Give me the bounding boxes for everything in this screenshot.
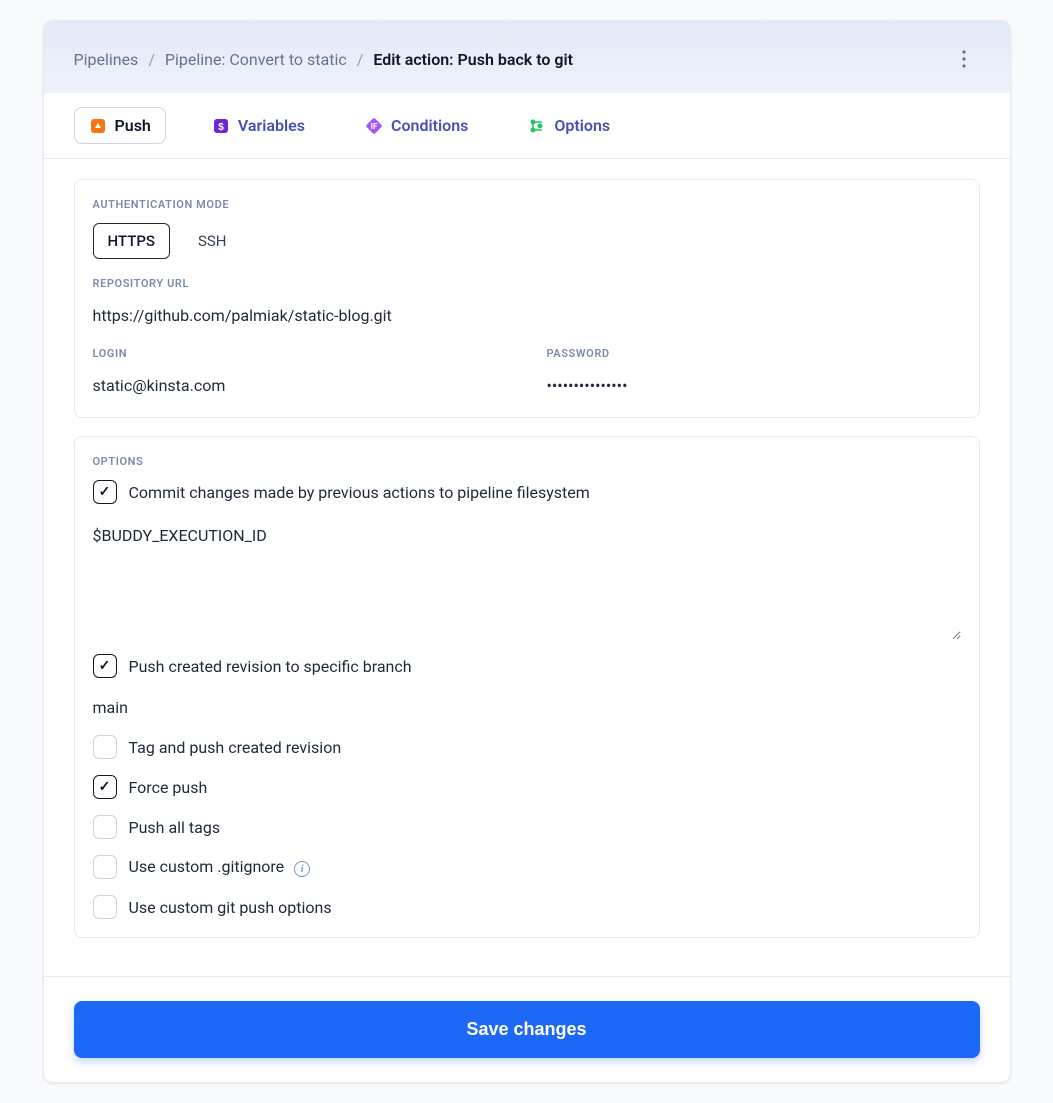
variables-icon: $	[212, 117, 230, 135]
breadcrumb-current: Edit action: Push back to git	[373, 50, 573, 69]
tag-push-checkbox[interactable]	[93, 735, 117, 759]
breadcrumb-separator: /	[148, 50, 155, 69]
svg-text:$: $	[218, 122, 224, 133]
custom-push-options-label: Use custom git push options	[129, 898, 332, 917]
tabs: Push $ Variables IF Conditions Options	[44, 93, 1010, 159]
custom-gitignore-checkbox[interactable]	[93, 855, 117, 879]
login-label: Login	[93, 347, 507, 360]
tab-conditions[interactable]: IF Conditions	[351, 108, 482, 143]
auth-section: Authentication Mode HTTPS SSH Repository…	[74, 179, 980, 418]
auth-https-button[interactable]: HTTPS	[93, 223, 170, 259]
svg-text:IF: IF	[371, 122, 378, 131]
tab-variables[interactable]: $ Variables	[198, 108, 319, 143]
password-input[interactable]: •••••••••••••••	[547, 372, 961, 399]
tag-push-label: Tag and push created revision	[129, 738, 342, 757]
save-button[interactable]: Save changes	[74, 1001, 980, 1058]
breadcrumb: Pipelines / Pipeline: Convert to static …	[74, 50, 574, 69]
repo-url-input[interactable]: https://github.com/palmiak/static-blog.g…	[93, 302, 961, 329]
custom-push-options-checkbox[interactable]	[93, 895, 117, 919]
commit-changes-checkbox[interactable]	[93, 480, 117, 504]
breadcrumb-pipeline[interactable]: Pipeline: Convert to static	[165, 50, 347, 69]
breadcrumb-separator: /	[357, 50, 364, 69]
tab-label: Options	[554, 116, 610, 135]
options-label: Options	[93, 455, 961, 468]
auth-mode-label: Authentication Mode	[93, 198, 961, 211]
header: Pipelines / Pipeline: Convert to static …	[44, 21, 1010, 93]
force-push-label: Force push	[129, 778, 208, 797]
push-icon	[89, 117, 107, 135]
breadcrumb-pipelines[interactable]: Pipelines	[74, 50, 139, 69]
auth-mode-toggle: HTTPS SSH	[93, 223, 961, 259]
more-menu-button[interactable]	[948, 43, 980, 75]
push-all-tags-label: Push all tags	[129, 818, 221, 837]
commit-message-textarea[interactable]	[93, 520, 961, 640]
commit-changes-label: Commit changes made by previous actions …	[129, 483, 590, 502]
password-label: Password	[547, 347, 961, 360]
push-branch-label: Push created revision to specific branch	[129, 657, 412, 676]
tab-options[interactable]: Options	[514, 108, 624, 143]
tab-label: Variables	[238, 116, 305, 135]
push-branch-checkbox[interactable]	[93, 654, 117, 678]
auth-ssh-button[interactable]: SSH	[184, 224, 241, 258]
branch-input[interactable]: main	[93, 694, 961, 721]
info-icon[interactable]: i	[294, 861, 310, 877]
tab-label: Push	[115, 116, 151, 135]
options-icon	[528, 117, 546, 135]
login-input[interactable]: static@kinsta.com	[93, 372, 507, 399]
custom-gitignore-label: Use custom .gitignore i	[129, 857, 311, 878]
more-vertical-icon	[962, 50, 966, 68]
footer: Save changes	[44, 976, 1010, 1082]
content: Authentication Mode HTTPS SSH Repository…	[44, 159, 1010, 976]
tab-label: Conditions	[391, 116, 468, 135]
options-section: Options Commit changes made by previous …	[74, 436, 980, 938]
tab-push[interactable]: Push	[74, 107, 166, 144]
conditions-icon: IF	[365, 117, 383, 135]
force-push-checkbox[interactable]	[93, 775, 117, 799]
push-all-tags-checkbox[interactable]	[93, 815, 117, 839]
repo-url-label: Repository URL	[93, 277, 961, 290]
